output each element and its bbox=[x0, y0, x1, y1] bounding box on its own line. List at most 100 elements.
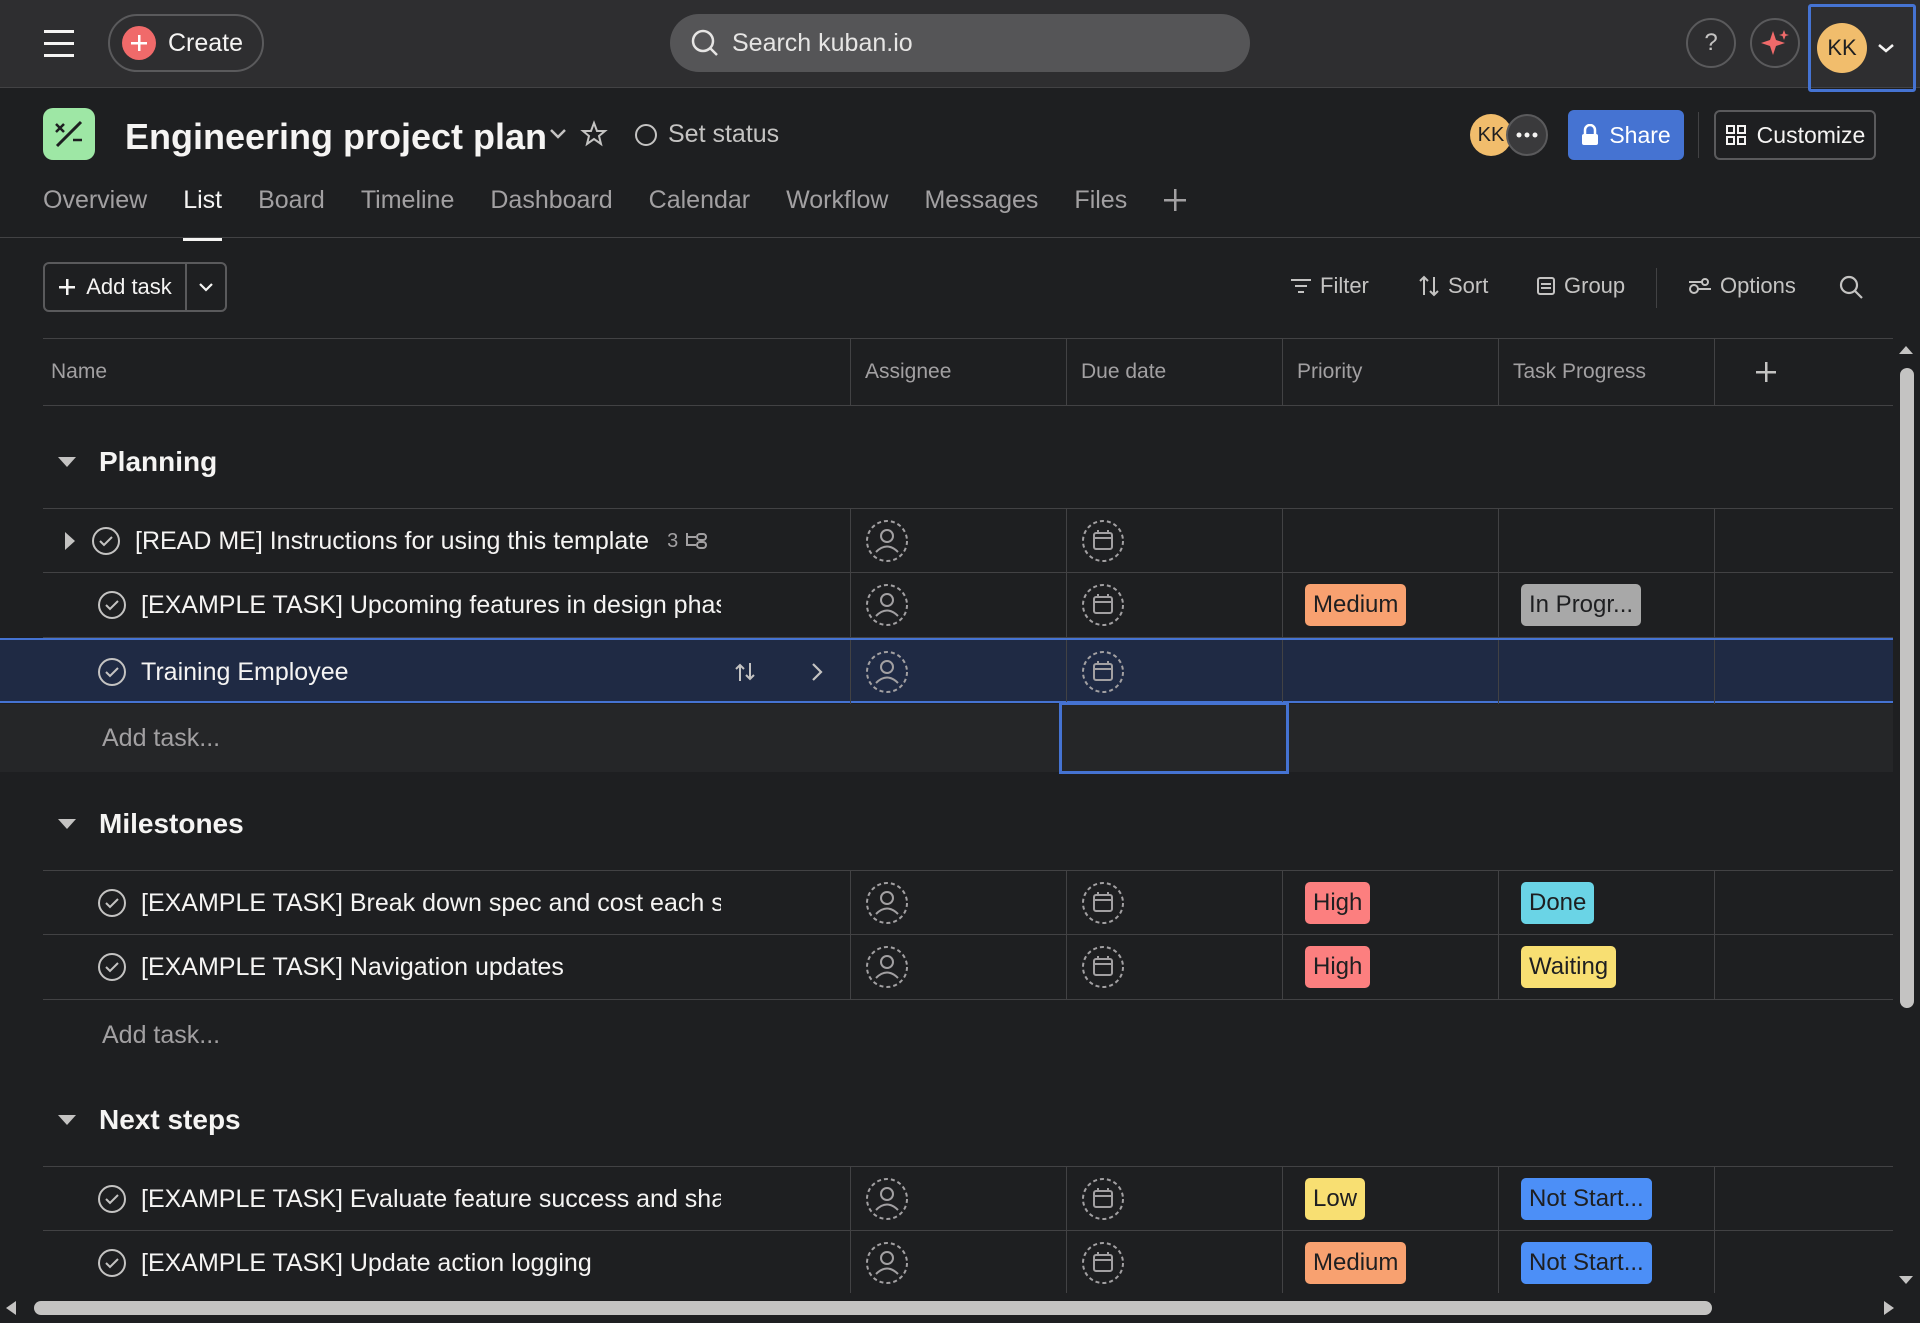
caret-right-icon[interactable] bbox=[63, 531, 77, 551]
column-assignee[interactable]: Assignee bbox=[851, 339, 1067, 405]
tab-overview[interactable]: Overview bbox=[43, 186, 147, 241]
assignee-icon[interactable] bbox=[865, 881, 909, 925]
add-task-main[interactable]: Add task bbox=[45, 264, 187, 310]
check-circle-icon[interactable] bbox=[97, 657, 127, 687]
share-button[interactable]: Share bbox=[1568, 110, 1684, 160]
options-button[interactable]: Options bbox=[1688, 273, 1796, 299]
task-name[interactable]: [EXAMPLE TASK] Break down spec and cost … bbox=[141, 889, 721, 918]
task-name-cell[interactable]: Training Employee bbox=[0, 640, 851, 704]
progress-badge[interactable]: Waiting bbox=[1521, 946, 1617, 988]
customize-button[interactable]: Customize bbox=[1714, 110, 1876, 160]
assignee-cell[interactable] bbox=[851, 640, 1067, 704]
progress-badge[interactable]: Not Start... bbox=[1521, 1178, 1652, 1220]
add-task-row[interactable]: Add task... bbox=[43, 1002, 1893, 1068]
due-date-focus-cell[interactable] bbox=[1059, 702, 1289, 774]
due-date-cell[interactable] bbox=[1067, 871, 1283, 935]
progress-cell[interactable]: Waiting bbox=[1499, 935, 1715, 999]
task-name[interactable]: [READ ME] Instructions for using this te… bbox=[135, 527, 649, 556]
assignee-icon[interactable] bbox=[865, 650, 909, 694]
table-row[interactable]: [READ ME] Instructions for using this te… bbox=[43, 508, 1893, 573]
priority-badge[interactable]: High bbox=[1305, 946, 1371, 988]
check-circle-icon[interactable] bbox=[97, 888, 127, 918]
tab-list[interactable]: List bbox=[183, 186, 222, 241]
assignee-icon[interactable] bbox=[865, 1241, 909, 1285]
check-circle-icon[interactable] bbox=[97, 952, 127, 982]
task-name[interactable]: [EXAMPLE TASK] Evaluate feature success … bbox=[141, 1185, 721, 1214]
progress-badge[interactable]: In Progr... bbox=[1521, 584, 1642, 626]
task-name[interactable]: [EXAMPLE TASK] Navigation updates bbox=[141, 953, 564, 982]
task-name[interactable]: Training Employee bbox=[141, 658, 718, 687]
add-task-dropdown[interactable] bbox=[187, 264, 225, 310]
progress-badge[interactable]: Not Start... bbox=[1521, 1242, 1652, 1284]
priority-badge[interactable]: Low bbox=[1305, 1178, 1366, 1220]
calendar-icon[interactable] bbox=[1081, 1177, 1125, 1221]
priority-cell[interactable]: High bbox=[1283, 935, 1499, 999]
due-date-cell[interactable] bbox=[1067, 640, 1283, 704]
assignee-cell[interactable] bbox=[851, 509, 1067, 573]
task-name-cell[interactable]: [EXAMPLE TASK] Navigation updates bbox=[43, 935, 851, 999]
progress-badge[interactable]: Done bbox=[1521, 882, 1595, 924]
tab-calendar[interactable]: Calendar bbox=[649, 186, 750, 241]
set-status-button[interactable]: Set status bbox=[634, 120, 779, 149]
drag-handle-icon[interactable] bbox=[732, 659, 758, 685]
horizontal-scrollbar[interactable] bbox=[0, 1293, 1920, 1323]
caret-down-icon[interactable] bbox=[57, 1113, 77, 1127]
assignee-cell[interactable] bbox=[851, 935, 1067, 999]
create-button[interactable]: Create bbox=[108, 14, 264, 72]
assignee-icon[interactable] bbox=[865, 945, 909, 989]
section-planning[interactable]: Planning bbox=[43, 412, 1893, 512]
account-menu[interactable]: KK bbox=[1808, 4, 1916, 92]
priority-cell[interactable]: Medium bbox=[1283, 1231, 1499, 1295]
progress-cell[interactable]: In Progr... bbox=[1499, 573, 1715, 637]
priority-badge[interactable]: Medium bbox=[1305, 1242, 1407, 1284]
task-name-cell[interactable]: [EXAMPLE TASK] Evaluate feature success … bbox=[43, 1167, 851, 1231]
help-button[interactable]: ? bbox=[1686, 18, 1736, 68]
search-icon[interactable] bbox=[1838, 274, 1864, 300]
priority-badge[interactable]: High bbox=[1305, 882, 1371, 924]
filter-button[interactable]: Filter bbox=[1290, 273, 1369, 299]
calendar-icon[interactable] bbox=[1081, 1241, 1125, 1285]
tab-board[interactable]: Board bbox=[258, 186, 325, 241]
column-name[interactable]: Name bbox=[43, 339, 851, 405]
tab-dashboard[interactable]: Dashboard bbox=[490, 186, 612, 241]
add-tab-icon[interactable] bbox=[1163, 186, 1187, 241]
check-circle-icon[interactable] bbox=[91, 526, 121, 556]
calendar-icon[interactable] bbox=[1081, 945, 1125, 989]
calendar-icon[interactable] bbox=[1081, 583, 1125, 627]
sort-button[interactable]: Sort bbox=[1418, 273, 1488, 299]
task-name[interactable]: [EXAMPLE TASK] Update action logging bbox=[141, 1249, 592, 1278]
due-date-cell[interactable] bbox=[1067, 935, 1283, 999]
table-row[interactable]: [EXAMPLE TASK] Update action logging Med… bbox=[43, 1231, 1893, 1296]
calendar-icon[interactable] bbox=[1081, 881, 1125, 925]
priority-cell[interactable]: Low bbox=[1283, 1167, 1499, 1231]
progress-cell[interactable] bbox=[1499, 640, 1715, 704]
table-row[interactable]: [EXAMPLE TASK] Evaluate feature success … bbox=[43, 1166, 1893, 1231]
section-next-steps[interactable]: Next steps bbox=[43, 1070, 1893, 1170]
search-input[interactable]: Search kuban.io bbox=[670, 14, 1250, 72]
add-task-placeholder[interactable]: Add task... bbox=[102, 724, 220, 753]
task-name-cell[interactable]: [EXAMPLE TASK] Update action logging bbox=[43, 1231, 851, 1295]
calendar-icon[interactable] bbox=[1081, 650, 1125, 694]
priority-badge[interactable]: Medium bbox=[1305, 584, 1407, 626]
caret-down-icon[interactable] bbox=[57, 817, 77, 831]
ai-button[interactable] bbox=[1750, 18, 1800, 68]
vertical-scrollbar[interactable] bbox=[1893, 338, 1920, 1293]
column-due-date[interactable]: Due date bbox=[1067, 339, 1283, 405]
check-circle-icon[interactable] bbox=[97, 1248, 127, 1278]
priority-cell[interactable]: Medium bbox=[1283, 573, 1499, 637]
add-column-icon[interactable] bbox=[1715, 339, 1893, 405]
assignee-cell[interactable] bbox=[851, 573, 1067, 637]
progress-cell[interactable] bbox=[1499, 509, 1715, 573]
column-priority[interactable]: Priority bbox=[1283, 339, 1499, 405]
calendar-icon[interactable] bbox=[1081, 519, 1125, 563]
hamburger-icon[interactable] bbox=[40, 26, 82, 62]
due-date-cell[interactable] bbox=[1067, 1231, 1283, 1295]
priority-cell[interactable]: High bbox=[1283, 871, 1499, 935]
tab-timeline[interactable]: Timeline bbox=[361, 186, 455, 241]
progress-cell[interactable]: Not Start... bbox=[1499, 1167, 1715, 1231]
more-members-icon[interactable] bbox=[1506, 114, 1548, 156]
due-date-cell[interactable] bbox=[1067, 1167, 1283, 1231]
priority-cell[interactable] bbox=[1283, 640, 1499, 704]
add-task-placeholder[interactable]: Add task... bbox=[102, 1021, 220, 1050]
due-date-cell[interactable] bbox=[1067, 573, 1283, 637]
